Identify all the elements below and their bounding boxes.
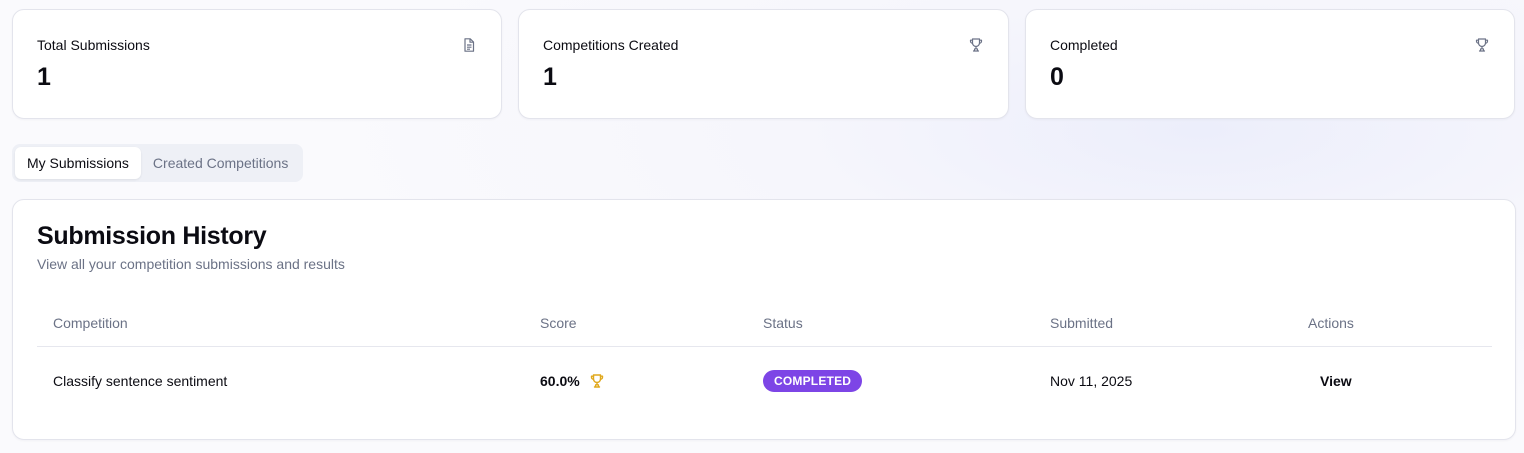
- document-icon: [464, 38, 475, 52]
- stat-card-completed: Completed 0: [1025, 9, 1515, 119]
- table-divider: [37, 346, 1492, 347]
- panel-subtitle: View all your competition submissions an…: [37, 256, 345, 272]
- stat-card-competitions-created: Competitions Created 1: [518, 9, 1009, 119]
- trophy-icon: [590, 374, 603, 388]
- submission-history-panel: Submission History View all your competi…: [12, 199, 1516, 440]
- column-header-competition: Competition: [53, 315, 128, 331]
- stat-label: Completed: [1050, 37, 1118, 53]
- competition-cell: Classify sentence sentiment: [53, 373, 228, 389]
- stat-card-total-submissions: Total Submissions 1: [12, 9, 502, 119]
- status-badge: COMPLETED: [763, 370, 863, 392]
- stat-value: 0: [1050, 63, 1064, 91]
- trophy-icon: [969, 38, 983, 52]
- tab-my-submissions[interactable]: My Submissions: [15, 147, 141, 179]
- score-value: 60.0%: [540, 373, 580, 389]
- column-header-submitted: Submitted: [1050, 315, 1114, 331]
- stat-value: 1: [543, 63, 557, 91]
- score-cell: 60.0%: [540, 373, 605, 389]
- view-button[interactable]: View: [1320, 373, 1352, 389]
- stat-label: Total Submissions: [37, 37, 150, 53]
- trophy-icon: [1475, 38, 1489, 52]
- column-header-status: Status: [763, 315, 803, 331]
- stat-value: 1: [37, 63, 51, 91]
- stat-label: Competitions Created: [543, 37, 679, 53]
- panel-title: Submission History: [37, 222, 267, 250]
- column-header-score: Score: [540, 315, 577, 331]
- tab-list: My Submissions Created Competitions: [12, 144, 304, 182]
- tab-created-competitions[interactable]: Created Competitions: [141, 147, 300, 179]
- column-header-actions: Actions: [1308, 315, 1354, 331]
- submitted-date-cell: Nov 11, 2025: [1050, 373, 1133, 389]
